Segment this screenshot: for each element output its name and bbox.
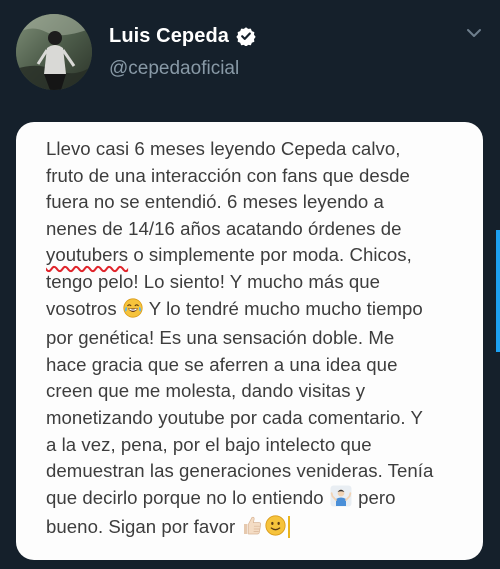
note-line: que decirlo porque no lo entiendo pero <box>46 485 473 515</box>
display-name[interactable]: Luis Cepeda <box>109 25 229 48</box>
note-line: bueno. Sigan por favor <box>46 514 473 544</box>
note-text-segment: pero <box>352 486 396 508</box>
note-line: tengo pelo! Lo siento! Y mucho más que <box>46 270 381 292</box>
thumbs-up-emoji-icon <box>241 514 263 544</box>
note-text-segment: Y lo tendré mucho mucho tiempo <box>143 297 423 319</box>
note-line: fuera no se entendió. 6 meses leyendo a <box>46 191 384 213</box>
note-text-segment: bueno. Sigan por favor <box>46 516 241 538</box>
note-text: Llevo casi 6 meses leyendo Cepeda calvo,… <box>46 136 473 544</box>
name-row: Luis Cepeda <box>109 22 256 50</box>
note-line: monetizando youtube por cada comentario.… <box>46 406 423 428</box>
note-line: vosotros Y lo tendré mucho mucho tiempo <box>46 296 473 326</box>
note-line: fruto de una interacción con fans que de… <box>46 164 410 186</box>
text-cursor <box>288 516 291 539</box>
note-text-segment: que decirlo porque no lo entiendo <box>46 486 329 508</box>
note-line: a la vez, pena, por el bajo intelecto qu… <box>46 433 372 455</box>
note-line: nenes de 14/16 años acatando órdenes de <box>46 217 402 239</box>
person-shrugging-emoji-icon <box>330 485 352 515</box>
note-text-segment: o simplemente por moda. Chicos, <box>128 244 412 266</box>
user-handle[interactable]: @cepedaoficial <box>109 58 239 80</box>
slightly-smiling-face-emoji-icon <box>265 515 287 544</box>
misspelled-word[interactable]: youtubers <box>46 244 128 265</box>
avatar[interactable] <box>16 14 92 90</box>
note-line: hace gracia que se aferren a una idea qu… <box>46 353 398 375</box>
note-line: demuestran las generaciones venideras. T… <box>46 460 434 482</box>
scrollbar[interactable] <box>496 230 500 352</box>
laughing-tears-emoji-icon <box>123 297 143 326</box>
chevron-down-icon[interactable] <box>464 26 484 40</box>
verified-badge-icon <box>236 26 256 47</box>
note-line: Llevo casi 6 meses leyendo Cepeda calvo, <box>46 138 401 159</box>
notes-screenshot-card: Llevo casi 6 meses leyendo Cepeda calvo,… <box>16 122 483 560</box>
note-text-segment: vosotros <box>46 297 122 319</box>
note-line: por genética! Es una sensación doble. Me <box>46 327 395 349</box>
note-line: youtubers o simplemente por moda. Chicos… <box>46 242 473 269</box>
tweet-header: Luis Cepeda @cepedaoficial <box>0 0 500 110</box>
note-line: creen que me molesta, dando visitas y <box>46 380 366 402</box>
